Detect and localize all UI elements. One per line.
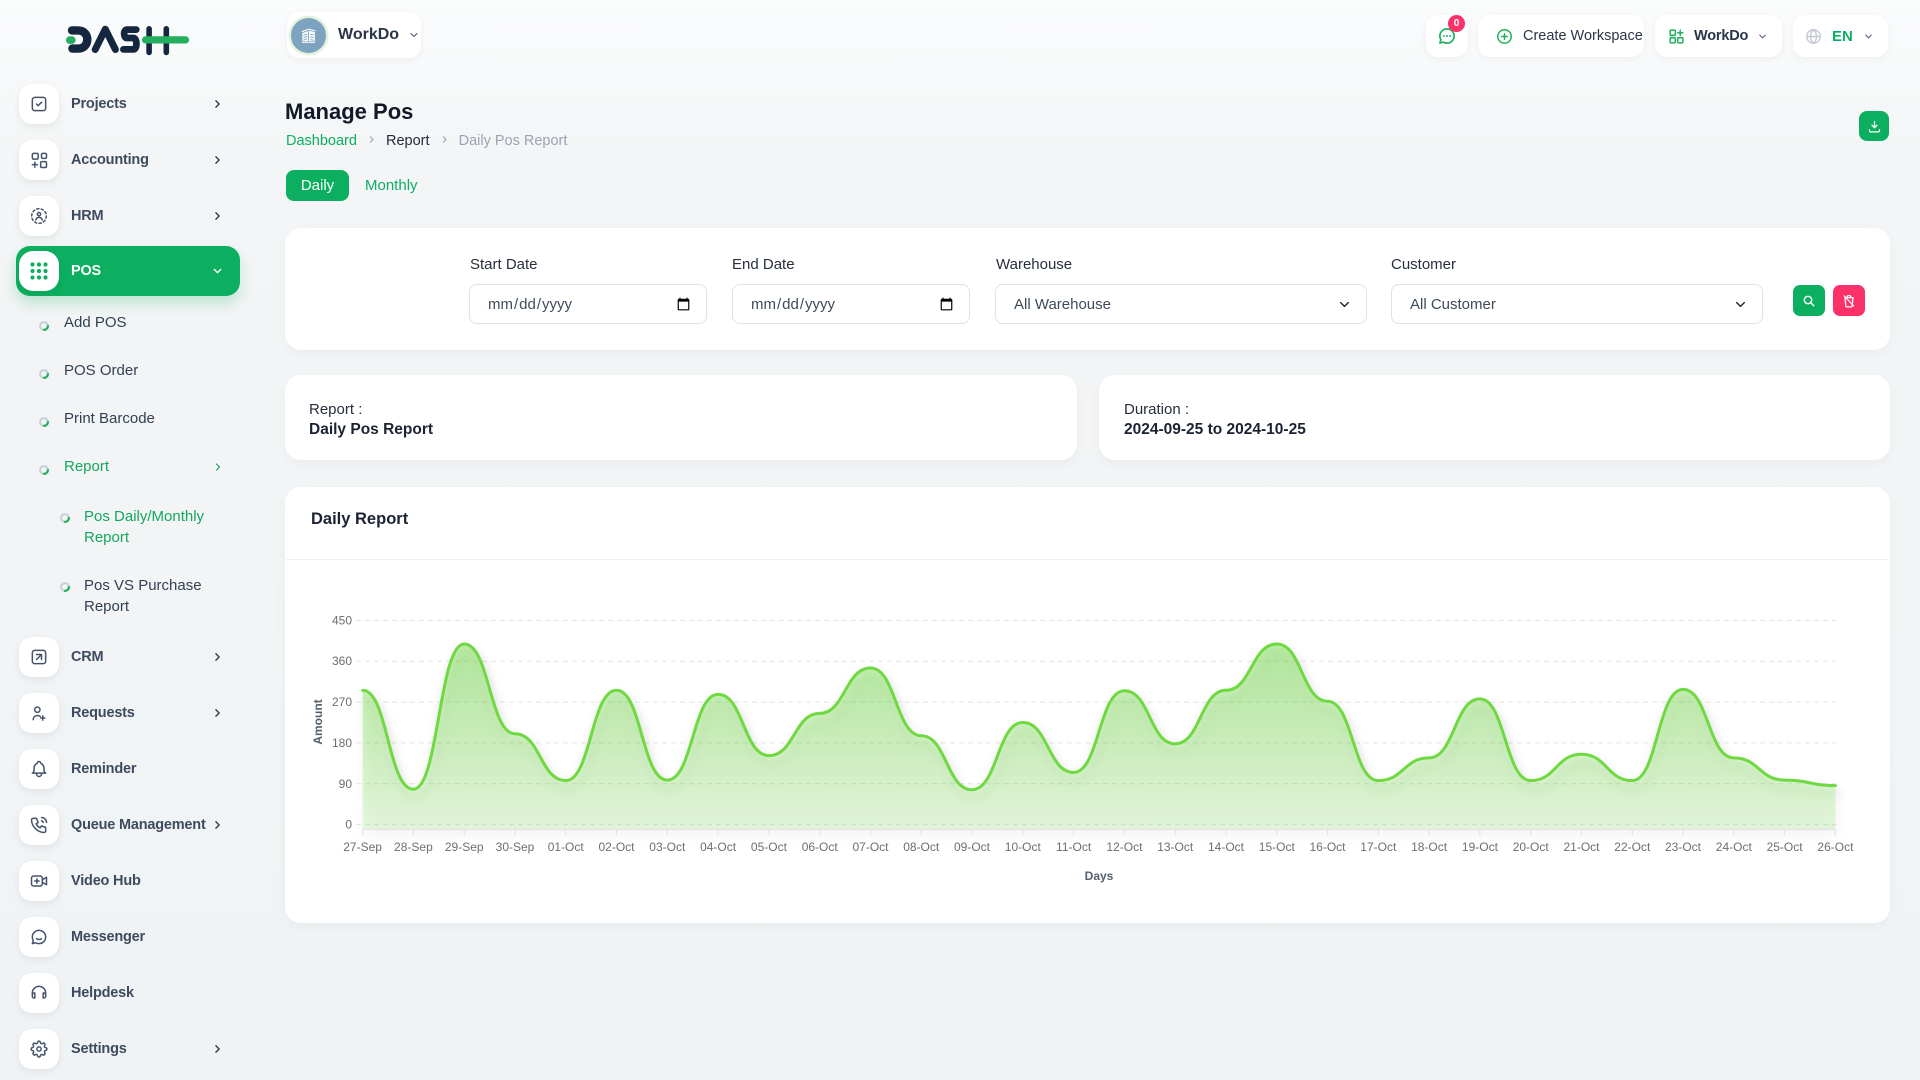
svg-text:23-Oct: 23-Oct xyxy=(1665,840,1702,854)
svg-text:26-Oct: 26-Oct xyxy=(1817,840,1854,854)
svg-text:05-Oct: 05-Oct xyxy=(751,840,788,854)
svg-text:07-Oct: 07-Oct xyxy=(852,840,889,854)
svg-text:09-Oct: 09-Oct xyxy=(954,840,991,854)
svg-text:Days: Days xyxy=(1085,869,1114,883)
svg-text:15-Oct: 15-Oct xyxy=(1259,840,1296,854)
svg-text:22-Oct: 22-Oct xyxy=(1614,840,1651,854)
svg-text:13-Oct: 13-Oct xyxy=(1157,840,1194,854)
svg-text:02-Oct: 02-Oct xyxy=(598,840,635,854)
svg-text:20-Oct: 20-Oct xyxy=(1513,840,1550,854)
svg-text:12-Oct: 12-Oct xyxy=(1106,840,1143,854)
svg-text:17-Oct: 17-Oct xyxy=(1360,840,1397,854)
svg-text:30-Sep: 30-Sep xyxy=(496,840,535,854)
svg-text:18-Oct: 18-Oct xyxy=(1411,840,1448,854)
svg-text:11-Oct: 11-Oct xyxy=(1056,840,1092,854)
svg-text:29-Sep: 29-Sep xyxy=(445,840,484,854)
svg-text:03-Oct: 03-Oct xyxy=(649,840,686,854)
svg-text:14-Oct: 14-Oct xyxy=(1208,840,1245,854)
svg-text:25-Oct: 25-Oct xyxy=(1767,840,1804,854)
svg-text:19-Oct: 19-Oct xyxy=(1462,840,1499,854)
svg-text:04-Oct: 04-Oct xyxy=(700,840,737,854)
svg-text:360: 360 xyxy=(332,654,352,668)
svg-text:28-Sep: 28-Sep xyxy=(394,840,433,854)
svg-text:01-Oct: 01-Oct xyxy=(548,840,585,854)
svg-text:450: 450 xyxy=(332,613,352,627)
svg-text:Amount: Amount xyxy=(311,699,325,744)
svg-text:08-Oct: 08-Oct xyxy=(903,840,940,854)
svg-text:0: 0 xyxy=(345,818,352,832)
svg-text:180: 180 xyxy=(332,736,352,750)
svg-text:21-Oct: 21-Oct xyxy=(1563,840,1600,854)
svg-text:27-Sep: 27-Sep xyxy=(343,840,382,854)
svg-text:06-Oct: 06-Oct xyxy=(802,840,839,854)
svg-text:90: 90 xyxy=(339,777,353,791)
svg-text:24-Oct: 24-Oct xyxy=(1716,840,1753,854)
svg-text:16-Oct: 16-Oct xyxy=(1309,840,1346,854)
svg-text:10-Oct: 10-Oct xyxy=(1005,840,1042,854)
svg-text:270: 270 xyxy=(332,695,352,709)
